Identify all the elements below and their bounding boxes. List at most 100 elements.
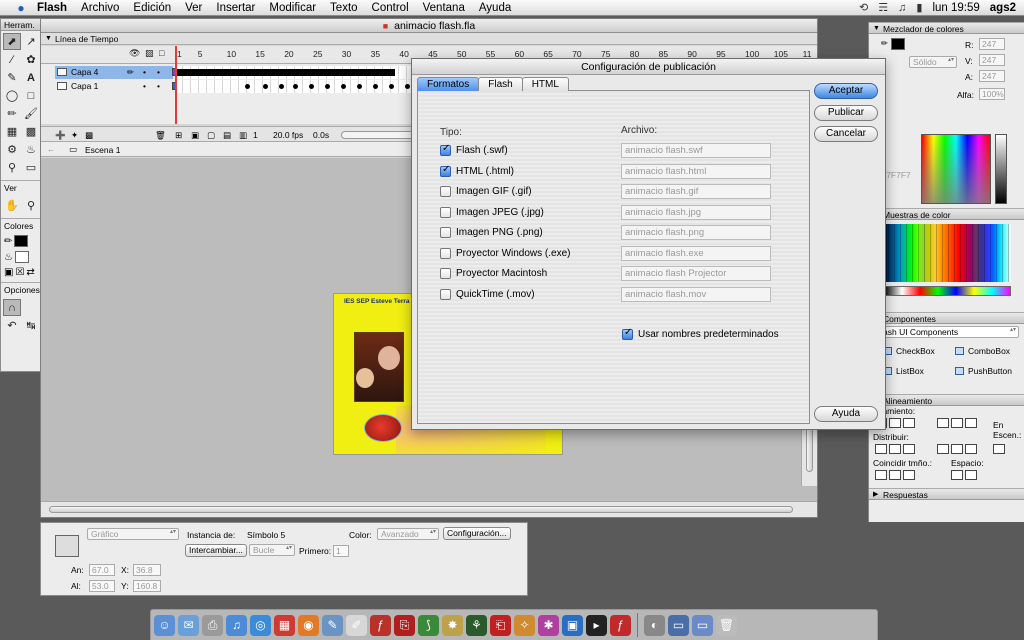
align-top-icon[interactable] [937,418,949,428]
distribute-vcenter-icon[interactable] [889,444,901,454]
distribute-left-icon[interactable] [937,444,949,454]
menu-ayuda[interactable]: Ayuda [472,2,518,14]
answers-header[interactable]: ▶ Respuestas [869,488,1024,500]
smooth-icon[interactable]: ↶ [3,317,21,334]
eraser-tool-icon[interactable]: ▭ [22,159,40,176]
modify-markers-icon[interactable]: ▥ [239,130,247,141]
swap-colors-icon[interactable]: ⇄ [26,267,34,278]
preview-icon[interactable]: ✎ [322,614,343,636]
v-field[interactable]: 247 [979,54,1005,66]
format-checkbox[interactable] [440,143,451,156]
eye-icon[interactable]: 👁 [129,48,140,59]
ical-icon[interactable]: ▦ [274,614,295,636]
sync-icon[interactable]: ⟲ [859,1,868,14]
document-title-bar[interactable]: ■ animacio flash.fla [41,19,817,33]
line-tool-icon[interactable]: ∕ [3,51,21,68]
lock-dot[interactable]: • [157,80,160,93]
window2-icon[interactable]: ▭ [692,614,713,636]
default-names-checkbox[interactable] [622,327,633,340]
edit-multiple-icon[interactable]: ▤ [223,130,231,141]
keyframe[interactable] [279,84,284,89]
visible-dot[interactable]: • [143,80,146,93]
distribute-right-icon[interactable] [965,444,977,454]
flash-player-icon[interactable]: ƒ [610,614,631,636]
menu-flash[interactable]: Flash [30,2,74,14]
safari-icon[interactable]: ◎ [250,614,271,636]
keyframe[interactable] [325,84,330,89]
keyframe[interactable] [309,84,314,89]
hand-tool-icon[interactable]: ✋ [3,197,21,214]
scene-name[interactable]: Escena 1 [85,145,120,155]
format-file-field[interactable]: animacio flash.png [621,225,771,240]
visible-dot[interactable]: • [143,66,146,79]
lasso-tool-icon[interactable]: ✿ [22,51,40,68]
cd-icon[interactable]: ◐ [644,614,665,636]
straighten-icon[interactable]: ↹ [22,317,40,334]
format-row[interactable]: QuickTime (.mov) [440,288,535,300]
menu-ver[interactable]: Ver [178,2,209,14]
component-combobox[interactable]: ComboBox [955,346,1010,356]
color-spectrum[interactable] [921,134,991,204]
paint-bucket-tool-icon[interactable]: ♨ [22,141,40,158]
lock-icon[interactable]: ▨ [145,48,154,59]
add-layer-icon[interactable]: ➕ [55,130,66,141]
wifi-icon[interactable]: ☴ [878,1,888,14]
format-row[interactable]: Imagen JPEG (.jpg) [440,206,544,218]
fill-transform-tool-icon[interactable]: ▩ [22,123,40,140]
format-row[interactable]: Imagen GIF (.gif) [440,186,532,197]
acrobat-reader-icon[interactable]: ⎗ [490,614,511,636]
horizontal-scrollbar[interactable] [41,501,817,517]
accept-button[interactable]: Aceptar [814,83,878,99]
snap-magnet-icon[interactable]: ∩ [3,299,21,316]
keyframe[interactable] [389,84,394,89]
keyframe[interactable] [405,84,410,89]
volume-icon[interactable]: ♫ [898,2,906,14]
layer-name-cell[interactable]: Capa 1 • • [55,80,180,93]
format-checkbox[interactable] [440,227,451,238]
trash-icon[interactable]: 🗑 [716,614,737,636]
format-file-field[interactable]: animacio flash.swf [621,143,771,158]
distribute-bottom-icon[interactable] [903,444,915,454]
tab-flash[interactable]: Flash [478,77,523,91]
y-field[interactable]: 160.8 [133,580,161,592]
firefox-icon[interactable]: ◉ [298,614,319,636]
acrobat-icon[interactable]: ⎘ [394,614,415,636]
align-bottom-icon[interactable] [965,418,977,428]
alpha-field[interactable]: 100% [979,88,1005,100]
default-names-row[interactable]: Usar nombres predeterminados [622,327,779,340]
collapse-triangle-icon[interactable]: ▼ [45,33,52,45]
scroll-thumb[interactable] [49,506,793,513]
itunes-icon[interactable]: ♫ [226,614,247,636]
arrow-tool-icon[interactable]: ⬈ [3,33,21,50]
align-hcenter-icon[interactable] [889,418,901,428]
align-header[interactable]: ▼ Alineamiento [869,394,1024,406]
match-width-icon[interactable] [875,470,887,480]
lock-dot[interactable]: • [157,66,160,79]
user-menu[interactable]: ags2 [990,2,1016,14]
terminal-icon[interactable]: ▸ [586,614,607,636]
menu-control[interactable]: Control [365,2,416,14]
printer-icon[interactable]: ⎙ [202,614,223,636]
stage-poster-image[interactable] [354,332,404,402]
space-horizontal-icon[interactable] [965,470,977,480]
dreamweaver-icon[interactable]: ⟆ [418,614,439,636]
format-file-field[interactable]: animacio flash Projector [621,266,771,281]
finder-icon[interactable]: ☺ [154,614,175,636]
help-button[interactable]: Ayuda [814,406,878,422]
menu-ventana[interactable]: Ventana [416,2,472,14]
brightness-slider[interactable] [995,134,1007,204]
to-stage-icon[interactable] [993,444,1005,454]
component-set-popup[interactable]: ash UI Components [879,326,1019,338]
brush-tool-icon[interactable]: 🖌 [22,105,40,122]
tab-html[interactable]: HTML [521,77,569,91]
ladybug-symbol[interactable] [364,414,402,442]
onion-skin-icon[interactable]: ▣ [191,130,199,141]
align-right-icon[interactable] [903,418,915,428]
ink-bottle-tool-icon[interactable]: ⚙ [3,141,21,158]
menu-archivo[interactable]: Archivo [74,2,126,14]
format-row[interactable]: Proyector Windows (.exe) [440,247,570,259]
format-checkbox[interactable] [440,247,451,259]
add-folder-icon[interactable]: ▩ [85,130,93,141]
distribute-top-icon[interactable] [875,444,887,454]
distribute-hcenter-icon[interactable] [951,444,963,454]
